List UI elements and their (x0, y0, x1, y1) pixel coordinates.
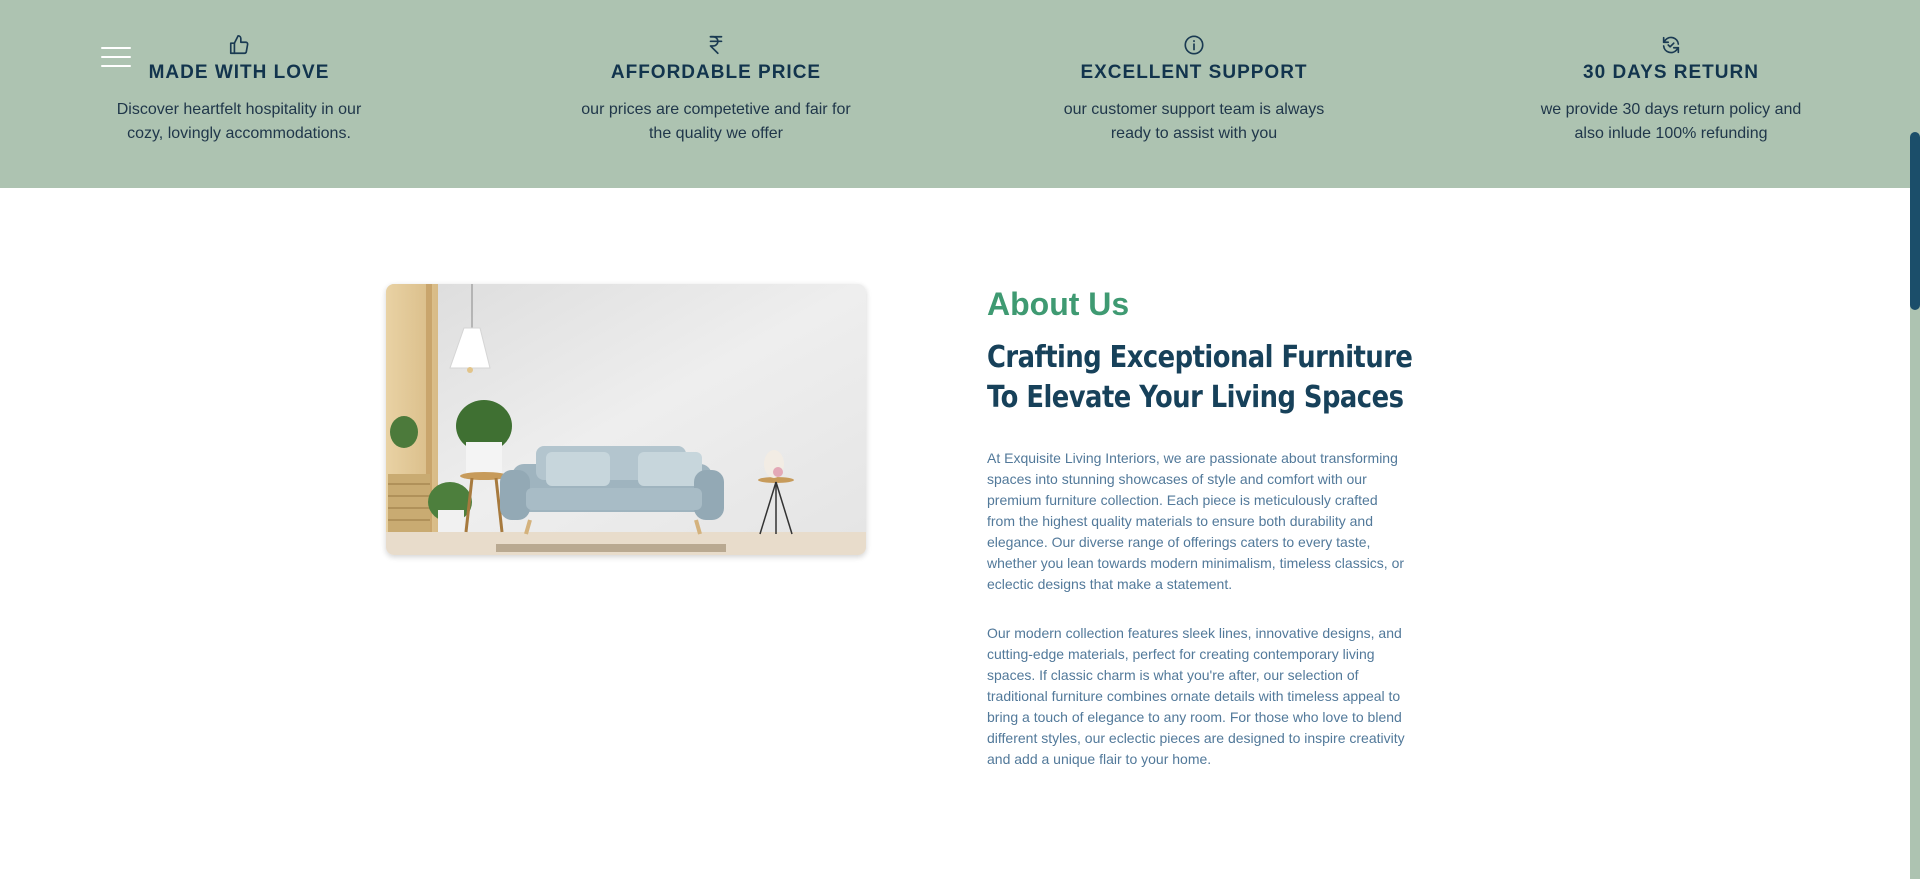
feature-affordable-price: AFFORDABLE PRICE our prices are competet… (566, 34, 866, 146)
rupee-icon (709, 35, 723, 55)
living-room-image (386, 284, 866, 555)
feature-30-days-return: 30 DAYS RETURN we provide 30 days return… (1521, 34, 1821, 146)
feature-text: our prices are competetive and fair for … (581, 101, 851, 142)
feature-text: we provide 30 days return policy and als… (1540, 101, 1802, 142)
feature-title: EXCELLENT SUPPORT (1080, 62, 1308, 83)
about-kicker: About Us (987, 286, 1130, 322)
features-band: MADE WITH LOVE Discover heartfelt hospit… (0, 0, 1920, 188)
scrollbar-track[interactable] (1910, 0, 1920, 879)
feature-text: Discover heartfelt hospitality in our co… (116, 101, 362, 142)
living-room-illustration (386, 284, 866, 555)
about-paragraph: At Exquisite Living Interiors, we are pa… (987, 450, 1405, 592)
feature-title: 30 DAYS RETURN (1583, 62, 1759, 83)
feature-made-with-love: MADE WITH LOVE Discover heartfelt hospit… (89, 34, 389, 146)
feature-text: our customer support team is always read… (1063, 101, 1325, 142)
feature-title: AFFORDABLE PRICE (610, 62, 822, 83)
about-section: About Us Crafting Exceptional Furniture … (987, 284, 1417, 798)
feature-title: MADE WITH LOVE (148, 62, 330, 83)
scrollbar-thumb[interactable] (1910, 132, 1920, 310)
thumbs-up-icon (229, 35, 249, 55)
info-icon (1184, 35, 1204, 55)
about-heading: Crafting Exceptional Furniture To Elevat… (987, 340, 1413, 415)
about-paragraph: Our modern collection features sleek lin… (987, 625, 1405, 767)
feature-excellent-support: EXCELLENT SUPPORT our customer support t… (1044, 34, 1344, 146)
refresh-icon (1662, 36, 1680, 54)
